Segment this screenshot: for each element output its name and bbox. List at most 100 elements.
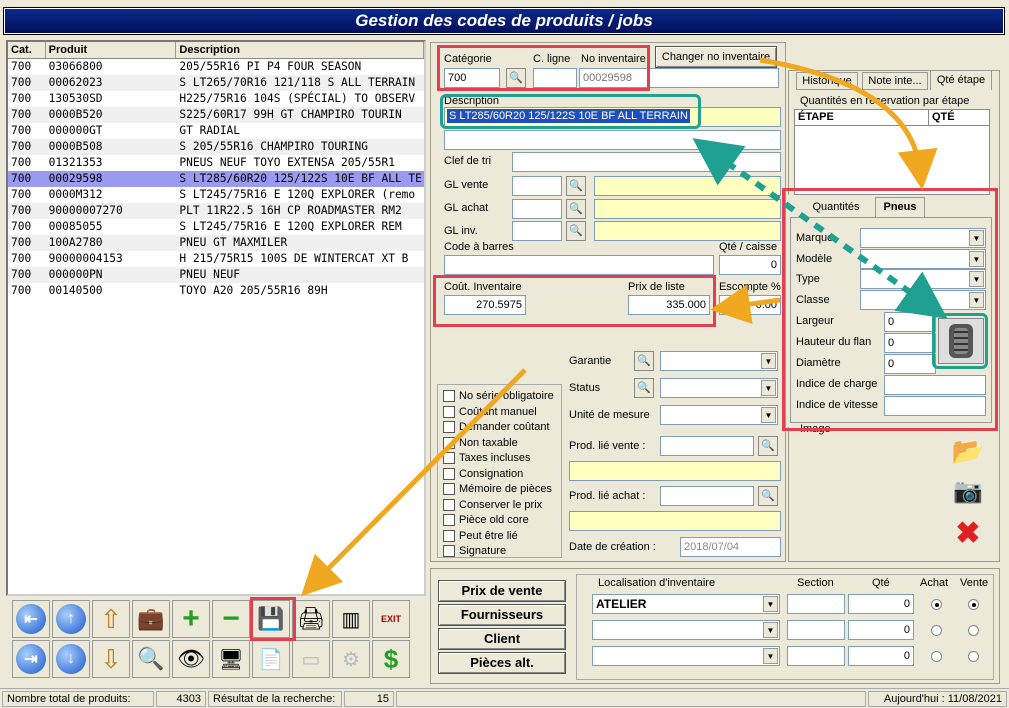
- gl-achat-field[interactable]: [512, 199, 562, 219]
- exit-icon[interactable]: EXIT: [372, 600, 410, 638]
- view-icon[interactable]: 👁: [172, 640, 210, 678]
- prod-achat-field[interactable]: [660, 486, 754, 506]
- tire-image-icon[interactable]: [938, 318, 984, 364]
- option-checkbox[interactable]: Demander coûtant: [443, 421, 550, 433]
- checkbox-box[interactable]: [443, 467, 455, 480]
- print-icon[interactable]: 🖨: [292, 600, 330, 638]
- next-page-icon[interactable]: ↓: [52, 640, 90, 678]
- loc-select[interactable]: ▼: [592, 620, 780, 640]
- option-checkbox[interactable]: Taxes incluses: [443, 452, 531, 464]
- fournisseurs-button[interactable]: Fournisseurs: [438, 604, 566, 626]
- col-description[interactable]: Description: [176, 42, 425, 58]
- camera-icon[interactable]: 📷: [950, 474, 986, 508]
- achat-radio[interactable]: [931, 625, 942, 636]
- section-field[interactable]: [787, 646, 845, 666]
- option-checkbox[interactable]: Conserver le prix: [443, 498, 542, 511]
- prod-achat-lookup-icon[interactable]: 🔍: [758, 486, 778, 506]
- pieces-alt-button[interactable]: Pièces alt.: [438, 652, 566, 674]
- list-row[interactable]: 700 130530SD H225/75R16 104S (SPÉCIAL) TO …: [8, 91, 424, 107]
- tab-historique[interactable]: Historique: [796, 72, 858, 90]
- categorie-field[interactable]: [444, 68, 500, 88]
- search-user-icon[interactable]: 🔍: [132, 640, 170, 678]
- qte-caisse-field[interactable]: [719, 255, 781, 275]
- checkbox-box[interactable]: [443, 405, 455, 418]
- save-icon[interactable]: 💾: [252, 600, 290, 638]
- gl-achat-lookup-icon[interactable]: 🔍: [566, 199, 586, 219]
- col-cat[interactable]: Cat.: [8, 42, 46, 58]
- checkbox-box[interactable]: [443, 498, 455, 511]
- list-row[interactable]: 700 01321353 PNEUS NEUF TOYO EXTENSA 205/5…: [8, 155, 424, 171]
- first-record-icon[interactable]: ⇤: [12, 600, 50, 638]
- checkbox-box[interactable]: [443, 529, 455, 542]
- blank-page-icon[interactable]: ▭: [292, 640, 330, 678]
- status-select[interactable]: ▼: [660, 378, 778, 398]
- gl-vente-field[interactable]: [512, 176, 562, 196]
- loc-select[interactable]: ▼: [592, 646, 780, 666]
- classe-select[interactable]: ▼: [860, 290, 986, 310]
- gl-inv-field[interactable]: [512, 221, 562, 241]
- prod-vente-field[interactable]: [660, 436, 754, 456]
- folder-icon[interactable]: 📂: [950, 434, 986, 468]
- checkbox-box[interactable]: [443, 421, 455, 433]
- vente-radio[interactable]: [968, 651, 979, 662]
- tab-pneus[interactable]: Pneus: [875, 197, 925, 217]
- computer-icon[interactable]: 🖥: [212, 640, 250, 678]
- gl-vente-lookup-icon[interactable]: 🔍: [566, 176, 586, 196]
- product-list[interactable]: Cat. Produit Description 700 03066800 205/…: [6, 40, 426, 596]
- document-icon[interactable]: 📄: [252, 640, 290, 678]
- garantie-select[interactable]: ▼: [660, 351, 778, 371]
- option-checkbox[interactable]: Peut être lié: [443, 529, 518, 542]
- categorie-lookup-icon[interactable]: 🔍: [506, 68, 526, 88]
- up-arrow-icon[interactable]: ⇧: [92, 600, 130, 638]
- prix-liste-field[interactable]: [628, 295, 710, 315]
- section-field[interactable]: [787, 620, 845, 640]
- list-row[interactable]: 700 0000B508 S 205/55R16 CHAMPIRO TOURING: [8, 139, 424, 155]
- down-arrow-icon[interactable]: ⇩: [92, 640, 130, 678]
- cligne-field[interactable]: [533, 68, 577, 88]
- tab-note[interactable]: Note inte...: [862, 72, 928, 90]
- changer-no-inventaire-button[interactable]: Changer no inventaire: [655, 46, 777, 68]
- hauteur-field[interactable]: [884, 333, 936, 353]
- description-line2-field[interactable]: [444, 130, 781, 150]
- no-inventaire-field[interactable]: [579, 68, 779, 88]
- client-button[interactable]: Client: [438, 628, 566, 650]
- garantie-lookup-icon[interactable]: 🔍: [634, 351, 654, 371]
- option-checkbox[interactable]: Coûtant manuel: [443, 405, 537, 418]
- section-field[interactable]: [787, 594, 845, 614]
- tab-quantites[interactable]: Quantités: [800, 199, 872, 217]
- qte-field[interactable]: [848, 594, 914, 614]
- gear-icon[interactable]: ⚙: [332, 640, 370, 678]
- list-row[interactable]: 700 00062023 S LT265/70R16 121/118 S ALL T…: [8, 75, 424, 91]
- list-row[interactable]: 700 03066800 205/55R16 PI P4 FOUR SEASON: [8, 59, 424, 75]
- add-icon[interactable]: +: [172, 600, 210, 638]
- list-row[interactable]: 700 0000M312 S LT245/75R16 E 120Q EXPLORER…: [8, 187, 424, 203]
- loc-select[interactable]: ATELIER ▼: [592, 594, 780, 614]
- delete-icon[interactable]: ✖: [950, 516, 986, 550]
- checkbox-box[interactable]: [443, 514, 455, 526]
- gl-inv-lookup-icon[interactable]: 🔍: [566, 221, 586, 241]
- option-checkbox[interactable]: Pièce old core: [443, 514, 529, 526]
- vente-radio[interactable]: [968, 599, 979, 610]
- checkbox-box[interactable]: [443, 452, 455, 464]
- option-checkbox[interactable]: Signature: [443, 545, 506, 557]
- checkbox-box[interactable]: [443, 545, 455, 557]
- prod-vente-lookup-icon[interactable]: 🔍: [758, 436, 778, 456]
- achat-radio[interactable]: [931, 651, 942, 662]
- type-select[interactable]: ▼: [860, 269, 986, 289]
- list-row[interactable]: 700 0000B520 S225/60R17 99H GT CHAMPIRO TO…: [8, 107, 424, 123]
- escompte-field[interactable]: [719, 295, 781, 315]
- barcode-icon[interactable]: ▥: [332, 600, 370, 638]
- vente-radio[interactable]: [968, 625, 979, 636]
- list-row[interactable]: 700 000000PN PNEU NEUF: [8, 267, 424, 283]
- status-lookup-icon[interactable]: 🔍: [634, 378, 654, 398]
- code-barres-field[interactable]: [444, 255, 714, 275]
- marque-select[interactable]: ▼: [860, 228, 986, 248]
- cout-field[interactable]: [444, 295, 526, 315]
- indice-vitesse-field[interactable]: [884, 396, 986, 416]
- qte-field[interactable]: [848, 620, 914, 640]
- clef-field[interactable]: [512, 152, 781, 172]
- list-row[interactable]: 700 00085055 S LT245/75R16 E 120Q EXPLORER…: [8, 219, 424, 235]
- briefcase-icon[interactable]: 💼: [132, 600, 170, 638]
- option-checkbox[interactable]: Non taxable: [443, 436, 518, 449]
- list-row[interactable]: 700 000000GT GT RADIAL: [8, 123, 424, 139]
